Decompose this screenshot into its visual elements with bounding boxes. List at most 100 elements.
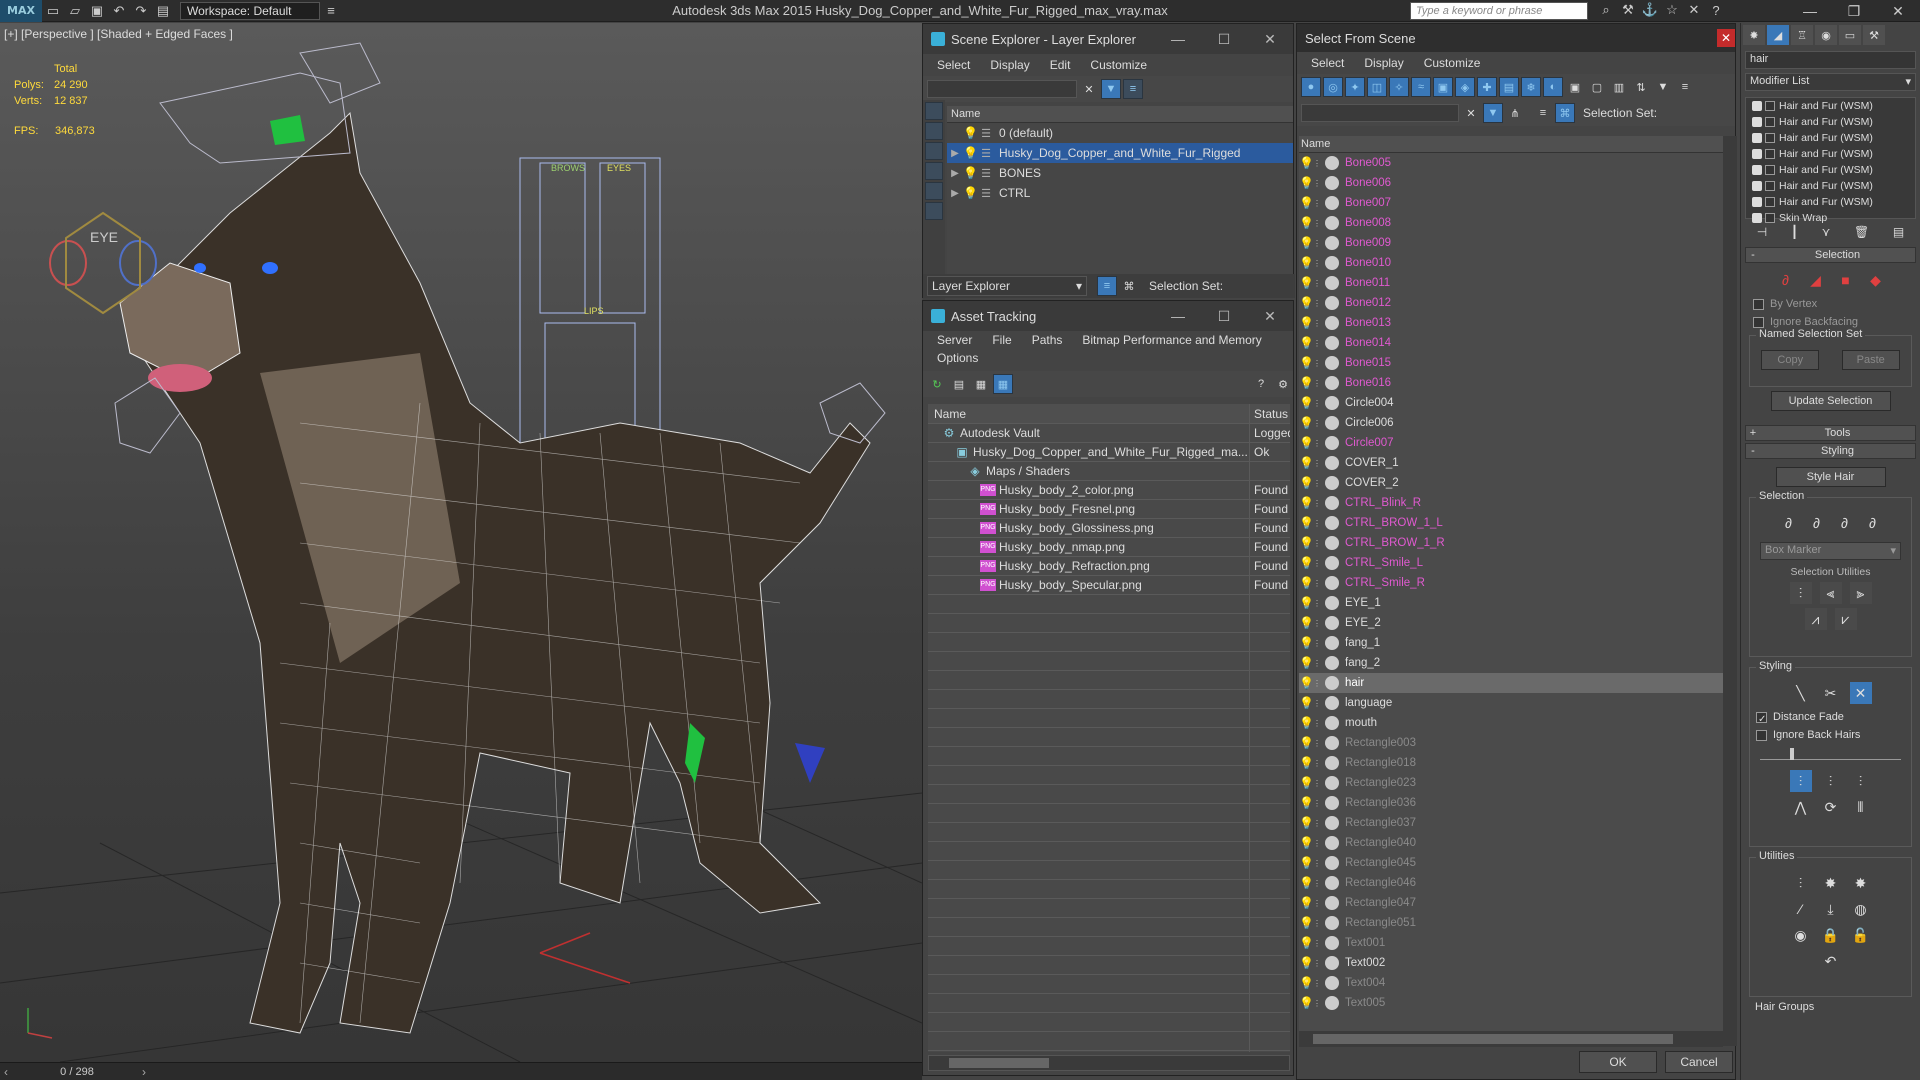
asset-row[interactable]: PNG Husky_body_Glossiness.png Found xyxy=(928,519,1290,538)
object-row[interactable]: 💡 ⋮ EYE_2 xyxy=(1299,613,1723,633)
project-icon[interactable]: ▤ xyxy=(152,1,174,21)
object-row[interactable]: 💡 ⋮ Rectangle003 xyxy=(1299,733,1723,753)
filter-menu-icon[interactable]: ▼ xyxy=(1653,77,1673,97)
lightbulb-icon[interactable]: 💡 xyxy=(1299,696,1314,710)
lightbulb-icon[interactable] xyxy=(1752,117,1762,127)
layer-row[interactable]: ▶ 💡 ☰ Husky_Dog_Copper_and_White_Fur_Rigged xyxy=(947,143,1293,163)
modifier-stack-item[interactable]: Hair and Fur (WSM) xyxy=(1746,178,1915,194)
hair-cut-icon[interactable]: ✂ xyxy=(1820,682,1842,704)
freeze-dots-icon[interactable]: ⋮ xyxy=(1313,879,1321,888)
name-column-header[interactable]: Name xyxy=(947,106,1293,123)
object-row[interactable]: 💡 ⋮ Rectangle040 xyxy=(1299,833,1723,853)
lightbulb-icon[interactable] xyxy=(1752,165,1762,175)
face-icon[interactable]: ◢ xyxy=(1805,269,1827,291)
scale-icon[interactable]: ⫴ xyxy=(1850,796,1872,818)
object-row[interactable]: 💡 ⋮ Text002 xyxy=(1299,953,1723,973)
object-row[interactable]: 💡 ⋮ Bone016 xyxy=(1299,373,1723,393)
freeze-dots-icon[interactable]: ⋮ xyxy=(1313,919,1321,928)
tab-display-icon[interactable]: ▭ xyxy=(1839,25,1861,45)
freeze-dots-icon[interactable]: ⋮ xyxy=(1313,799,1321,808)
filter-cameras-icon[interactable]: ◫ xyxy=(1367,77,1387,97)
lightbulb-icon[interactable]: 💡 xyxy=(1299,296,1314,310)
asset-horizontal-scrollbar[interactable] xyxy=(928,1055,1290,1071)
freeze-dots-icon[interactable]: ⋮ xyxy=(1313,379,1321,388)
expand-arrow-icon[interactable]: ▶ xyxy=(947,168,963,179)
minimize-icon[interactable]: — xyxy=(1788,0,1832,22)
freeze-dots-icon[interactable]: ⋮ xyxy=(1313,959,1321,968)
lightbulb-icon[interactable] xyxy=(1752,181,1762,191)
menu-customize[interactable]: Customize xyxy=(1080,58,1157,72)
recomb-icon[interactable]: ⁄ xyxy=(1790,898,1812,920)
filter-geometry-icon[interactable] xyxy=(925,102,943,120)
lightbulb-icon[interactable]: 💡 xyxy=(1299,516,1314,530)
lightbulb-icon[interactable]: 💡 xyxy=(1299,616,1314,630)
remove-modifier-icon[interactable]: 🗑 xyxy=(1854,225,1869,239)
lightbulb-icon[interactable]: 💡 xyxy=(1299,576,1314,590)
lightbulb-icon[interactable]: 💡 xyxy=(1299,956,1314,970)
select-whole-guide-icon[interactable]: ∂ xyxy=(1806,512,1828,534)
lightbulb-icon[interactable]: 💡 xyxy=(1299,316,1314,330)
find-input[interactable] xyxy=(927,80,1077,98)
lightbulb-icon[interactable]: 💡 xyxy=(1299,416,1314,430)
lightbulb-icon[interactable]: 💡 xyxy=(963,186,978,200)
freeze-dots-icon[interactable]: ⋮ xyxy=(1313,659,1321,668)
freeze-dots-icon[interactable]: ⋮ xyxy=(1313,839,1321,848)
freeze-dots-icon[interactable]: ⋮ xyxy=(1313,579,1321,588)
object-row[interactable]: 💡 ⋮ Text005 xyxy=(1299,993,1723,1013)
menu-paths[interactable]: Paths xyxy=(1022,333,1073,347)
show-hidden-icon[interactable]: ⩗ xyxy=(1834,608,1857,630)
workspace-dropdown[interactable]: Workspace: Default xyxy=(180,1,320,20)
freeze-dots-icon[interactable]: ⋮ xyxy=(1313,639,1321,648)
distance-fade-checkbox[interactable]: Distance Fade xyxy=(1750,708,1911,726)
lightbulb-icon[interactable]: 💡 xyxy=(1299,256,1314,270)
lightbulb-icon[interactable]: 💡 xyxy=(1299,596,1314,610)
lightbulb-icon[interactable]: 💡 xyxy=(1299,736,1314,750)
lightbulb-icon[interactable]: 💡 xyxy=(1299,396,1314,410)
object-row[interactable]: 💡 ⋮ fang_2 xyxy=(1299,653,1723,673)
style-hair-button[interactable]: Style Hair xyxy=(1775,467,1886,487)
filter-bones-icon[interactable]: ✚ xyxy=(1477,77,1497,97)
asset-tracking-titlebar[interactable]: Asset Tracking — ☐ ✕ xyxy=(923,301,1293,331)
asset-row[interactable]: PNG Husky_body_Specular.png Found xyxy=(928,576,1290,595)
lightbulb-icon[interactable]: 💡 xyxy=(1299,176,1314,190)
lightbulb-icon[interactable]: 💡 xyxy=(1299,936,1314,950)
object-list-horizontal-scrollbar[interactable] xyxy=(1299,1031,1723,1047)
help-icon[interactable]: ? xyxy=(1705,0,1727,20)
table-view-icon[interactable]: ▦ xyxy=(993,374,1013,394)
object-row[interactable]: 💡 ⋮ fang_1 xyxy=(1299,633,1723,653)
freeze-dots-icon[interactable]: ⋮ xyxy=(1313,419,1321,428)
slider-handle[interactable] xyxy=(1790,748,1794,760)
menu-options[interactable]: Options xyxy=(927,351,988,365)
object-row[interactable]: 💡 ⋮ Bone010 xyxy=(1299,253,1723,273)
freeze-dots-icon[interactable]: ⋮ xyxy=(1313,719,1321,728)
lightbulb-icon[interactable] xyxy=(1752,149,1762,159)
object-row[interactable]: 💡 ⋮ Bone013 xyxy=(1299,313,1723,333)
lightbulb-icon[interactable]: 💡 xyxy=(1299,856,1314,870)
lightbulb-icon[interactable]: 💡 xyxy=(1299,816,1314,830)
modifier-stack-item[interactable]: Hair and Fur (WSM) xyxy=(1746,162,1915,178)
close-icon[interactable]: ✕ xyxy=(1717,29,1735,47)
name-column-header[interactable]: Name xyxy=(1299,136,1723,153)
select-hair-icon[interactable]: ✕ xyxy=(1849,682,1872,704)
asset-row[interactable]: PNG Husky_body_Fresnel.png Found xyxy=(928,500,1290,519)
ignore-back-hairs-checkbox[interactable]: Ignore Back Hairs xyxy=(1750,726,1911,744)
ok-button[interactable]: OK xyxy=(1579,1051,1657,1073)
lightbulb-icon[interactable]: 💡 xyxy=(1299,356,1314,370)
freeze-dots-icon[interactable]: ⋮ xyxy=(1313,679,1321,688)
next-frame-icon[interactable]: › xyxy=(142,1065,146,1079)
show-end-result-icon[interactable]: ┃ xyxy=(1791,225,1798,239)
menu-customize[interactable]: Customize xyxy=(1414,56,1491,70)
guides-icon[interactable]: ∂ xyxy=(1775,269,1797,291)
scene-explorer-titlebar[interactable]: Scene Explorer - Layer Explorer — ☐ ✕ xyxy=(923,24,1293,54)
filter-geometry-icon[interactable]: ● xyxy=(1301,77,1321,97)
prev-frame-icon[interactable]: ‹ xyxy=(0,1065,12,1079)
undo-icon[interactable]: ↶ xyxy=(1820,950,1842,972)
lightbulb-icon[interactable]: 💡 xyxy=(1299,376,1314,390)
display-all-icon[interactable]: ▣ xyxy=(1565,77,1585,97)
make-unique-icon[interactable]: ⋎ xyxy=(1822,225,1831,239)
minimize-icon[interactable]: — xyxy=(1155,301,1201,331)
refresh-icon[interactable]: ↻ xyxy=(927,374,947,394)
layer-tools-icon[interactable]: ≡ xyxy=(1123,79,1143,99)
freeze-dots-icon[interactable]: ⋮ xyxy=(1313,179,1321,188)
modifier-stack-item[interactable]: Hair and Fur (WSM) xyxy=(1746,146,1915,162)
